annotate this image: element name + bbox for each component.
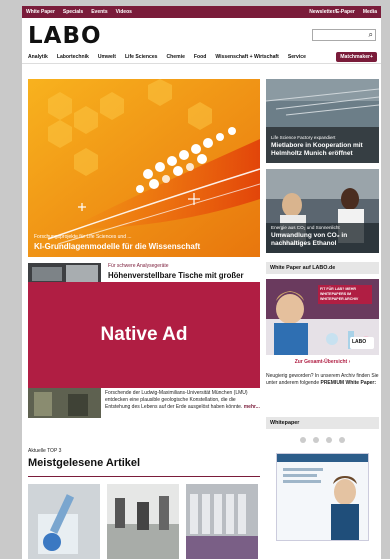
whitepaper-carousel: Whitepaper — [266, 417, 379, 541]
nav-item-matchmaker[interactable]: Matchmaker+ — [336, 52, 377, 62]
nav-item-umwelt[interactable]: Umwelt — [98, 54, 116, 60]
carousel-dot[interactable] — [300, 437, 306, 443]
top3-article-1-image[interactable] — [28, 484, 100, 559]
top3-article-3-image[interactable] — [186, 484, 258, 559]
whitepaper-ad-badge: FIT FÜR LAB? MEHR WHITEPAPERS IM WHITEPA… — [318, 285, 372, 304]
whitepaper-ad-logo-text: LABO — [352, 339, 367, 345]
topbar-link-videos[interactable]: Videos — [116, 9, 132, 15]
native-ad[interactable]: Native Ad — [28, 282, 260, 388]
hero-caption: Forschungsprojekte für Life Sciences und… — [34, 234, 200, 251]
topbar-link-specials[interactable]: Specials — [63, 9, 83, 15]
page: White Paper Specials Events Videos Newsl… — [22, 6, 381, 559]
top3-kicker: Aktuelle TOP 3 — [28, 448, 62, 454]
whitepaper-box-heading: White Paper auf LABO.de — [266, 262, 379, 274]
article-2-text: Forschende der Ludwig-Maximilians-Univer… — [105, 390, 260, 411]
nav-item-analytik[interactable]: Analytik — [28, 54, 48, 60]
whitepaper-ad-logo: LABO — [352, 339, 366, 345]
carousel-dot[interactable] — [313, 437, 319, 443]
main-nav: Analytik Labortechnik Umwelt Life Scienc… — [22, 51, 381, 64]
search-icon[interactable]: ⌕ — [369, 30, 373, 40]
whitepaper-cover[interactable] — [276, 453, 369, 541]
site-logo[interactable]: LABO — [28, 23, 102, 49]
nav-item-chemie[interactable]: Chemie — [167, 54, 185, 60]
nav-item-life-sciences[interactable]: Life Sciences — [125, 54, 158, 60]
side-teaser-2[interactable]: Energie aus CO₂ und Sonnenlicht Umwandlu… — [266, 169, 379, 253]
hero-image — [28, 79, 260, 257]
article-kicker: Für schwere Analysegeräte — [108, 263, 169, 269]
nav-item-service[interactable]: Service — [288, 54, 306, 60]
hero-kicker: Forschungsprojekte für Life Sciences und… — [34, 234, 132, 240]
carousel-dot[interactable] — [326, 437, 332, 443]
whitepaper-overview-link[interactable]: Zur Gesamt-Übersicht › — [266, 359, 379, 365]
topbar-link-white-paper[interactable]: White Paper — [26, 9, 55, 15]
topbar-link-media[interactable]: Media — [363, 9, 377, 15]
article-2-more-link[interactable]: mehr... — [244, 404, 260, 410]
nav-item-labortechnik[interactable]: Labortechnik — [57, 54, 89, 60]
side-teaser-1-title[interactable]: Mietlabore in Kooperation mit Helmholtz … — [271, 142, 379, 158]
carousel-dots — [266, 437, 379, 443]
whitepaper-ad-image[interactable]: FIT FÜR LAB? MEHR WHITEPAPERS IM WHITEPA… — [266, 279, 379, 355]
article-2-teaser: Forschende der Ludwig-Maximilians-Univer… — [105, 390, 248, 410]
whitepaper-carousel-heading: Whitepaper — [266, 417, 379, 429]
side-teaser-1-caption: Life Science Factory expandiert Mietlabo… — [271, 135, 379, 158]
article-2-thumbnail[interactable] — [28, 388, 101, 418]
top3-divider — [28, 476, 260, 477]
hero-title[interactable]: KI-Grundlagenmodelle für die Wissenschaf… — [34, 242, 200, 251]
side-teaser-2-kicker: Energie aus CO₂ und Sonnenlicht — [271, 225, 340, 230]
top3-title: Meistgelesene Artikel — [28, 457, 141, 469]
article-title[interactable]: Höhenverstellbare Tische mit großer — [108, 271, 243, 280]
top3-section-header: Aktuelle TOP 3 Meistgelesene Artikel — [28, 448, 140, 469]
search-input[interactable]: ⌕ — [312, 29, 376, 41]
native-ad-label: Native Ad — [100, 324, 188, 345]
top-bar: White Paper Specials Events Videos Newsl… — [22, 6, 381, 18]
whitepaper-box-text-bold: PREMIUM White Paper: — [320, 380, 377, 386]
side-teaser-2-title[interactable]: Umwandlung von CO₂ in nachhaltiges Ethan… — [271, 232, 379, 248]
top3-article-2-image[interactable] — [107, 484, 179, 559]
nav-item-wissenschaft[interactable]: Wissenschaft + Wirtschaft — [215, 54, 278, 60]
whitepaper-ad-badge-text: FIT FÜR LAB? MEHR WHITEPAPERS IM WHITEPA… — [320, 287, 359, 301]
hero-teaser[interactable]: Forschungsprojekte für Life Sciences und… — [28, 79, 260, 257]
carousel-dot[interactable] — [339, 437, 345, 443]
nav-item-food[interactable]: Food — [194, 54, 206, 60]
side-teaser-1[interactable]: Life Science Factory expandiert Mietlabo… — [266, 79, 379, 163]
side-teaser-1-kicker: Life Science Factory expandiert — [271, 135, 336, 140]
whitepaper-box-text: Neugierig geworden? In unserem Archiv fi… — [266, 373, 379, 387]
topbar-link-events[interactable]: Events — [91, 9, 107, 15]
side-teaser-2-caption: Energie aus CO₂ und Sonnenlicht Umwandlu… — [271, 225, 379, 248]
whitepaper-box: White Paper auf LABO.de FIT FÜR LAB? MEH… — [266, 262, 379, 387]
topbar-link-newsletter[interactable]: Newsletter/E-Paper — [309, 9, 355, 15]
